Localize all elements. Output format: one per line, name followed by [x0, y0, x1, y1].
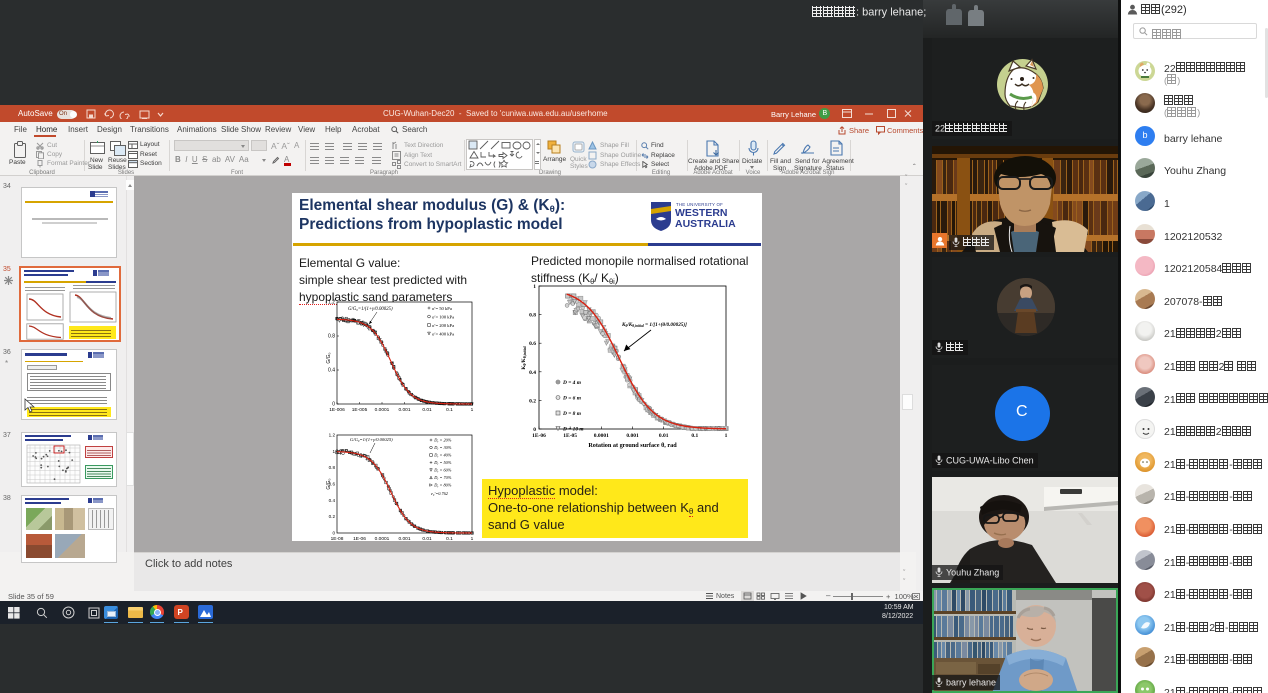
svg-text:Kθ/Kθ,initial: Kθ/Kθ,initial: [521, 346, 527, 369]
svg-text:σ′= 50 kPa: σ′= 50 kPa: [432, 306, 452, 311]
svg-text:G/G₀=1/(1+γ/0.00025): G/G₀=1/(1+γ/0.00025): [348, 307, 393, 312]
svg-text:0.1: 0.1: [691, 433, 698, 439]
svg-text:Kθ/Kθ,initial = 1/[1+(θ/0.0002: Kθ/Kθ,initial = 1/[1+(θ/0.00025)]: [621, 321, 687, 328]
svg-text:0.01: 0.01: [422, 536, 432, 542]
svg-text:D = 10 m: D = 10 m: [562, 427, 584, 433]
svg-text:0.001: 0.001: [398, 407, 410, 413]
svg-text:0.0001: 0.0001: [594, 433, 609, 439]
svg-text:1E-06: 1E-06: [532, 433, 546, 439]
svg-text:D = 4 m: D = 4 m: [562, 380, 581, 386]
svg-text:1: 1: [725, 433, 728, 439]
svg-text:0.2: 0.2: [529, 398, 536, 404]
svg-text:σ′= 100 kPa: σ′= 100 kPa: [432, 314, 454, 319]
svg-text:1: 1: [332, 449, 335, 454]
svg-text:0.2: 0.2: [329, 514, 336, 519]
svg-text:0.4: 0.4: [529, 370, 536, 376]
svg-text:0.1: 0.1: [446, 407, 453, 413]
svg-text:G/G₀=1/(1+γ/0.00025): G/G₀=1/(1+γ/0.00025): [350, 437, 393, 442]
svg-text:0.01: 0.01: [659, 433, 669, 439]
svg-text:0.001: 0.001: [626, 433, 639, 439]
svg-text:0.8: 0.8: [328, 334, 335, 340]
svg-text:σ′= 200 kPa: σ′= 200 kPa: [432, 323, 454, 328]
svg-text:G/G₀: G/G₀: [326, 478, 332, 489]
svg-text:0.8: 0.8: [329, 465, 336, 470]
svg-text:Rotation at ground surface θ,: Rotation at ground surface θ, rad: [588, 442, 677, 449]
svg-text:1E-006: 1E-006: [329, 407, 345, 413]
svg-text:1: 1: [471, 536, 474, 542]
svg-text:1E-06: 1E-06: [353, 536, 366, 542]
svg-text:0.0001: 0.0001: [375, 536, 390, 542]
svg-text:D = 8 m: D = 8 m: [562, 411, 581, 417]
svg-text:1.2: 1.2: [328, 300, 335, 306]
svg-text:0.01: 0.01: [422, 407, 432, 413]
svg-text:0.0001: 0.0001: [375, 407, 390, 413]
svg-text:1: 1: [471, 407, 474, 413]
svg-text:0: 0: [332, 531, 335, 536]
svg-text:1: 1: [533, 284, 536, 290]
svg-text:1E-05: 1E-05: [563, 433, 577, 439]
svg-text:0: 0: [332, 402, 335, 408]
svg-text:1.2: 1.2: [329, 433, 336, 438]
svg-text:0.4: 0.4: [328, 368, 335, 374]
svg-text:0.4: 0.4: [329, 498, 336, 503]
svg-text:1E-08: 1E-08: [331, 536, 344, 542]
svg-text:D = 6 m: D = 6 m: [562, 396, 581, 402]
svg-text:e₀′=0.762: e₀′=0.762: [431, 491, 449, 496]
svg-text:G/G₀: G/G₀: [326, 352, 332, 363]
svg-text:σ′= 400 kPa: σ′= 400 kPa: [432, 331, 454, 336]
svg-text:1E-005: 1E-005: [352, 407, 368, 413]
svg-text:0.8: 0.8: [529, 313, 536, 319]
svg-text:0.1: 0.1: [446, 536, 453, 542]
svg-text:0.001: 0.001: [398, 536, 410, 542]
svg-text:0.6: 0.6: [529, 341, 536, 347]
